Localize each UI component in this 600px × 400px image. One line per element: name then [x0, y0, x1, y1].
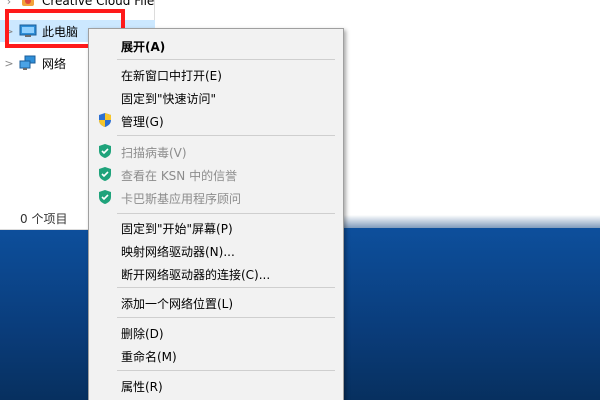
menu-item-map-drive[interactable]: 映射网络驱动器(N)...: [89, 239, 343, 261]
menu-item-delete[interactable]: 删除(D): [89, 321, 343, 343]
menu-item-ksn-reputation[interactable]: 查看在 KSN 中的信誉: [89, 163, 343, 185]
menu-item-manage[interactable]: 管理(G): [89, 109, 343, 131]
context-menu: 展开(A) 在新窗口中打开(E) 固定到"快速访问" 管理(G) 扫描病毒(V)…: [88, 28, 344, 400]
menu-separator: [117, 317, 335, 318]
nav-item-label: Creative Cloud File: [42, 0, 155, 8]
menu-item-scan-virus[interactable]: 扫描病毒(V): [89, 140, 343, 162]
nav-item-label: 网络: [42, 56, 67, 71]
menu-item-rename[interactable]: 重命名(M): [89, 344, 343, 366]
menu-item-pin-quick-access[interactable]: 固定到"快速访问": [89, 86, 343, 108]
kaspersky-shield-icon: [97, 143, 113, 159]
menu-separator: [117, 370, 335, 371]
menu-item-add-network-location[interactable]: 添加一个网络位置(L): [89, 291, 343, 313]
menu-separator: [117, 135, 335, 136]
creative-cloud-icon: [18, 0, 38, 9]
menu-item-kaspersky-advisor[interactable]: 卡巴斯基应用程序顾问: [89, 186, 343, 208]
menu-item-disconnect-drive[interactable]: 断开网络驱动器的连接(C)...: [89, 262, 343, 284]
menu-item-properties[interactable]: 属性(R): [89, 374, 343, 396]
network-icon: [18, 55, 38, 71]
kaspersky-shield-icon: [97, 166, 113, 182]
uac-shield-icon: [97, 112, 113, 128]
menu-separator: [117, 59, 335, 60]
menu-item-expand[interactable]: 展开(A): [89, 34, 343, 56]
menu-item-pin-start[interactable]: 固定到"开始"屏幕(P): [89, 216, 343, 238]
menu-separator: [117, 213, 335, 214]
chevron-right-icon[interactable]: >: [0, 57, 18, 70]
menu-separator: [117, 287, 335, 288]
kaspersky-shield-icon: [97, 189, 113, 205]
chevron-right-icon[interactable]: ›: [0, 0, 18, 8]
menu-item-open-new-window[interactable]: 在新窗口中打开(E): [89, 63, 343, 85]
item-count-status: 0 个项目: [20, 212, 68, 226]
